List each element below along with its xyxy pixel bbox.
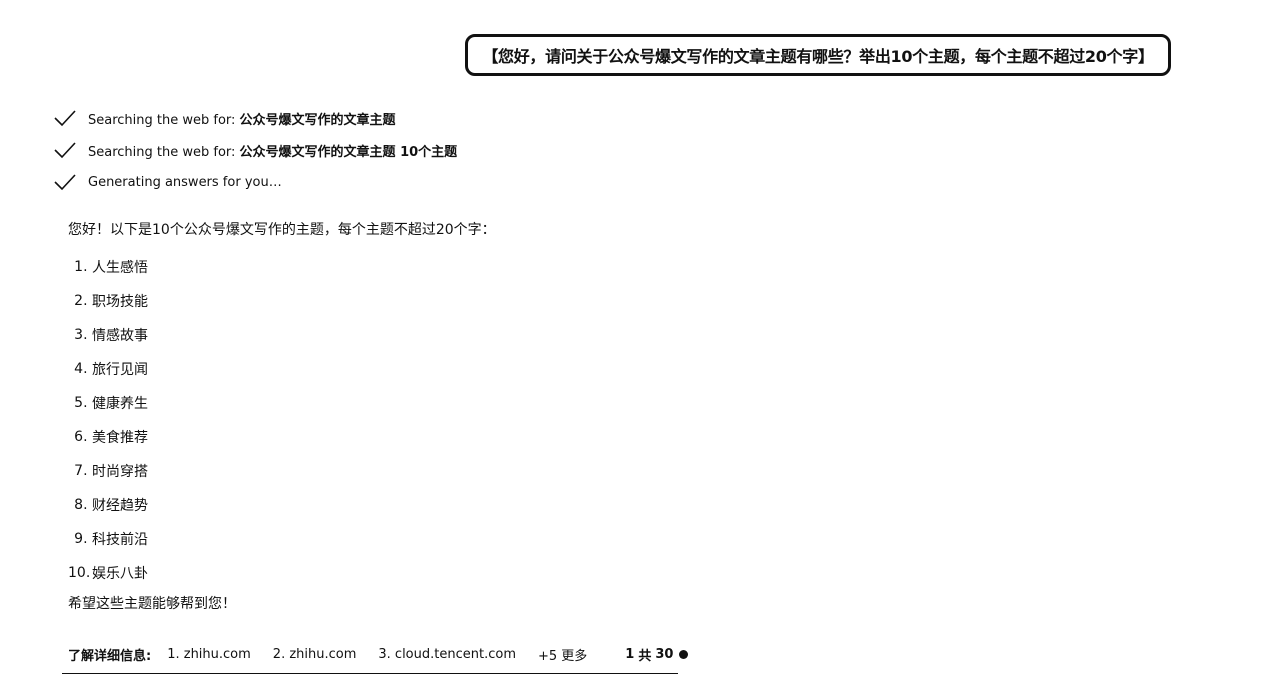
list-number: 7 (68, 463, 92, 479)
list-text: 人生感悟 (92, 260, 148, 276)
list-item: 7时尚穿搭 (68, 454, 688, 488)
more-sources-button[interactable]: +5 更多 (538, 645, 587, 664)
list-text: 美食推荐 (92, 430, 148, 446)
list-number: 9 (68, 531, 92, 547)
sources-label: 了解详细信息: (68, 649, 152, 664)
list-text: 时尚穿搭 (92, 464, 148, 480)
answer-intro: 您好！以下是10个公众号爆文写作的主题，每个主题不超过20个字： (68, 222, 496, 238)
list-item: 9科技前沿 (68, 522, 688, 556)
user-query-bubble: 【您好，请问关于公众号爆文写作的文章主题有哪些？举出10个主题，每个主题不超过2… (465, 34, 1171, 76)
list-item: 3情感故事 (68, 318, 688, 352)
list-number: 10 (68, 565, 92, 581)
checkmark-icon (54, 110, 76, 127)
step-prefix: Searching the web for: (88, 144, 240, 160)
answer-body: 您好！以下是10个公众号爆文写作的主题，每个主题不超过20个字： 1人生感悟 2… (68, 216, 688, 616)
list-number: 6 (68, 429, 92, 445)
list-number: 8 (68, 497, 92, 513)
list-item: 8财经趋势 (68, 488, 688, 522)
list-text: 财经趋势 (92, 498, 148, 514)
source-link-2[interactable]: 2. zhihu.com (273, 647, 357, 662)
step-search-2: Searching the web for: 公众号爆文写作的文章主题 10个主… (52, 134, 457, 166)
topic-list: 1人生感悟 2职场技能 3情感故事 4旅行见闻 5健康养生 6美食推荐 7时尚穿… (68, 250, 688, 590)
step-text: Generating answers for you… (88, 174, 282, 190)
answer-closing: 希望这些主题能够帮到您！ (68, 596, 236, 612)
list-text: 情感故事 (92, 328, 148, 344)
source-link-1[interactable]: 1. zhihu.com (167, 647, 251, 662)
counter-separator: 共 (638, 649, 652, 664)
list-text: 职场技能 (92, 294, 148, 310)
turn-counter: 1 共 30 (625, 645, 689, 664)
list-item: 6美食推荐 (68, 420, 688, 454)
checkmark-icon (54, 142, 76, 159)
list-text: 娱乐八卦 (92, 566, 148, 582)
chat-page: 【您好，请问关于公众号爆文写作的文章主题有哪些？举出10个主题，每个主题不超过2… (0, 0, 1265, 692)
list-item: 4旅行见闻 (68, 352, 688, 386)
user-query-text: 【您好，请问关于公众号爆文写作的文章主题有哪些？举出10个主题，每个主题不超过2… (482, 47, 1154, 66)
step-prefix: Searching the web for: (88, 112, 240, 128)
source-link-3[interactable]: 3. cloud.tencent.com (378, 647, 516, 662)
list-number: 3 (68, 327, 92, 343)
step-search-1: Searching the web for: 公众号爆文写作的文章主题 (52, 102, 457, 134)
list-item: 1人生感悟 (68, 250, 688, 284)
step-generating: Generating answers for you… (52, 166, 457, 198)
progress-steps: Searching the web for: 公众号爆文写作的文章主题 Sear… (52, 102, 457, 198)
step-text: Searching the web for: 公众号爆文写作的文章主题 10个主… (88, 141, 457, 160)
list-text: 健康养生 (92, 396, 148, 412)
list-number: 2 (68, 293, 92, 309)
list-number: 4 (68, 361, 92, 377)
counter-total: 30 (655, 647, 674, 662)
list-item: 2职场技能 (68, 284, 688, 318)
list-text: 旅行见闻 (92, 362, 148, 378)
step-query: 公众号爆文写作的文章主题 10个主题 (239, 144, 458, 160)
step-query: 公众号爆文写作的文章主题 (239, 112, 396, 128)
list-number: 5 (68, 395, 92, 411)
list-number: 1 (68, 259, 92, 275)
counter-current: 1 (625, 647, 635, 662)
status-dot-icon (679, 650, 689, 659)
sources-bar: 了解详细信息: 1. zhihu.com 2. zhihu.com 3. clo… (62, 636, 689, 674)
list-item: 5健康养生 (68, 386, 688, 420)
checkmark-icon (54, 174, 76, 191)
step-text: Searching the web for: 公众号爆文写作的文章主题 (88, 109, 396, 128)
list-text: 科技前沿 (92, 532, 148, 548)
list-item: 10娱乐八卦 (68, 556, 688, 590)
